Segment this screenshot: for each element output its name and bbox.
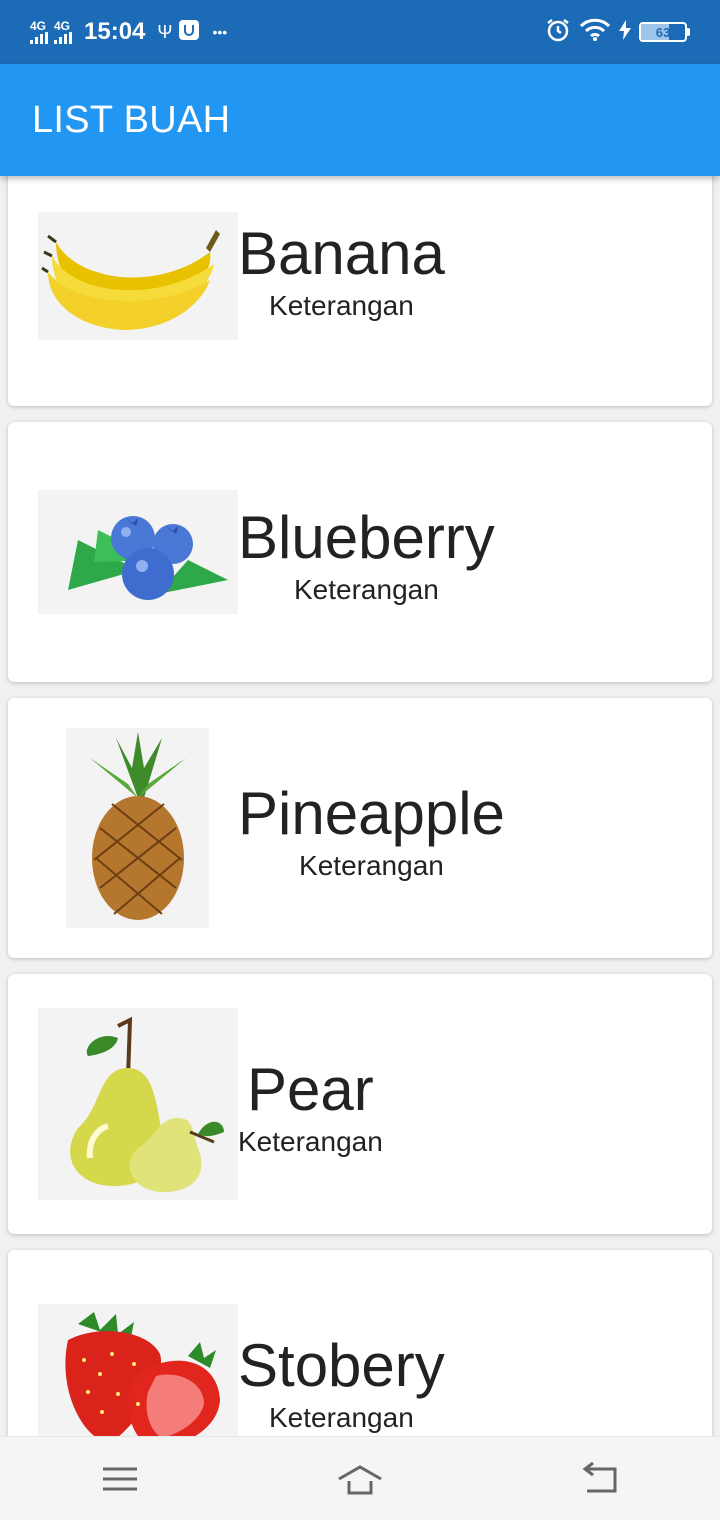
fruit-text: Banana Keterangan — [238, 224, 445, 322]
banana-image — [38, 212, 238, 340]
home-icon — [338, 1464, 382, 1494]
usb-debug-icon — [178, 19, 200, 46]
charging-icon — [619, 19, 631, 45]
fruit-text: Blueberry Keterangan — [238, 508, 495, 606]
network-type-1: 4G — [30, 19, 47, 33]
fruit-description: Keterangan — [294, 574, 439, 605]
fruit-name: Banana — [238, 220, 445, 287]
status-left: 4G 4G 15:04 Ψ ••• — [30, 18, 227, 46]
app-bar: LIST BUAH — [0, 64, 720, 176]
list-item[interactable]: Banana Keterangan — [8, 176, 712, 406]
signal-bars-icon — [54, 32, 72, 44]
status-right: 63 — [545, 17, 690, 48]
fruit-description: Keterangan — [238, 1126, 383, 1157]
fruit-name: Pineapple — [238, 780, 505, 847]
pear-image — [38, 1008, 238, 1200]
alarm-icon — [545, 17, 571, 48]
network-type-2: 4G — [54, 19, 71, 33]
fruit-text: Stobery Keterangan — [238, 1336, 445, 1434]
page-title: LIST BUAH — [32, 98, 231, 141]
list-item[interactable]: Stobery Keterangan — [8, 1250, 712, 1436]
usb-icon: Ψ — [157, 21, 173, 42]
fruit-name: Stobery — [238, 1332, 445, 1399]
back-button[interactable] — [570, 1459, 630, 1499]
clock: 15:04 — [84, 18, 146, 45]
menu-icon — [103, 1467, 137, 1490]
fruit-description: Keterangan — [269, 290, 414, 321]
navigation-bar — [0, 1436, 720, 1520]
battery-percentage: 63 — [655, 24, 671, 40]
fruit-text: Pineapple Keterangan — [238, 784, 505, 882]
status-bar: 4G 4G 15:04 Ψ ••• 63 — [0, 0, 720, 64]
list-item[interactable]: Blueberry Keterangan — [8, 422, 712, 682]
back-icon — [582, 1461, 617, 1492]
home-button[interactable] — [330, 1459, 390, 1499]
list-item[interactable]: Pear Keterangan — [8, 974, 712, 1234]
fruit-list[interactable]: Banana Keterangan Blueberry Keterangan P… — [0, 176, 720, 1436]
wifi-icon — [579, 18, 611, 47]
fruit-name: Pear — [247, 1056, 374, 1123]
more-notifications-icon: ••• — [212, 24, 228, 40]
signal-indicator-1: 4G — [30, 20, 48, 44]
list-item[interactable]: Pineapple Keterangan — [8, 698, 712, 958]
battery-icon: 63 — [639, 22, 690, 42]
fruit-description: Keterangan — [268, 1402, 414, 1433]
signal-indicator-2: 4G — [54, 20, 72, 44]
signal-bars-icon — [30, 32, 48, 44]
strawberry-image — [38, 1304, 238, 1436]
fruit-description: Keterangan — [299, 850, 444, 881]
blueberry-image — [38, 490, 238, 614]
pineapple-image — [66, 728, 209, 928]
fruit-name: Blueberry — [238, 504, 495, 571]
menu-button[interactable] — [90, 1459, 150, 1499]
fruit-text: Pear Keterangan — [238, 1060, 383, 1158]
